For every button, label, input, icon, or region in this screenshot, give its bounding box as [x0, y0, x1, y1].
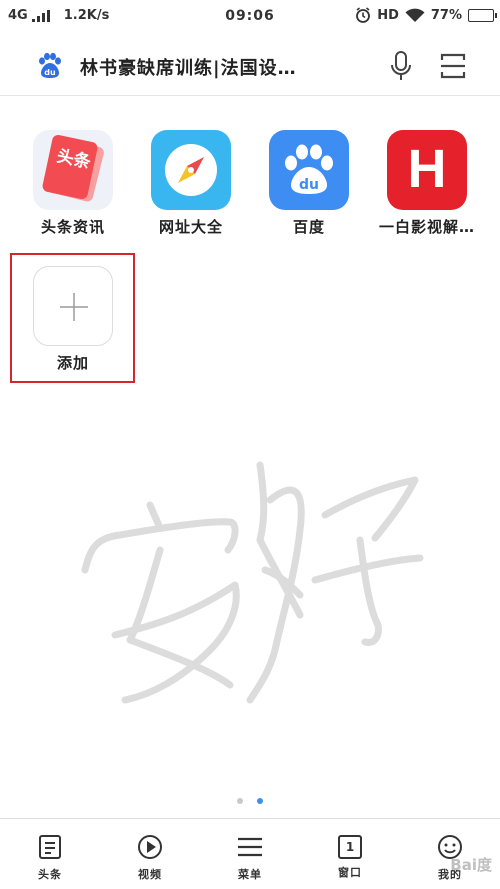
battery-icon — [468, 8, 497, 22]
handwriting-watermark — [81, 461, 424, 704]
baidu-paw-icon: du — [269, 130, 349, 210]
compass-graphic — [165, 144, 217, 196]
app-baidu[interactable]: du 百度 — [254, 130, 364, 237]
search-bar[interactable]: du 林书豪缺席训练|法国设… — [0, 34, 500, 96]
alarm-icon — [356, 7, 371, 23]
search-query[interactable]: 林书豪缺席训练|法国设… — [80, 54, 350, 80]
nav-label-menu: 菜单 — [238, 868, 262, 881]
app-wangzhi[interactable]: 网址大全 — [136, 130, 246, 237]
baidu-logo-icon: du — [39, 52, 61, 78]
baidu-paw-graphic — [285, 144, 333, 194]
battery-percent: 77% — [430, 7, 462, 23]
plus-icon — [33, 266, 113, 346]
nav-label-toutiao: 头条 — [38, 868, 62, 881]
play-icon — [138, 835, 162, 859]
page-dot-2[interactable] — [257, 798, 263, 804]
svg-text:du: du — [44, 68, 56, 77]
nav-video[interactable]: 视频 — [100, 819, 200, 889]
app-label-wangzhi: 网址大全 — [158, 218, 223, 236]
app-yibai[interactable]: H 一白影视解… — [372, 130, 482, 237]
menu-icon — [238, 837, 262, 857]
wifi-icon — [405, 8, 425, 22]
toutiao-icon: 头条 — [33, 130, 113, 210]
nav-window[interactable]: 1 窗口 — [300, 819, 400, 889]
microphone-icon[interactable] — [388, 50, 414, 82]
nav-menu[interactable]: 菜单 — [200, 819, 300, 889]
app-label-baidu: 百度 — [292, 218, 325, 236]
app-label-toutiao: 头条资讯 — [40, 218, 105, 236]
scan-icon[interactable] — [439, 52, 467, 80]
baidu-du-text: du — [299, 177, 319, 193]
page-indicator — [0, 798, 500, 804]
app-label-yibai: 一白影视解… — [378, 218, 475, 236]
news-icon — [39, 835, 61, 859]
letter-h-icon: H — [387, 130, 467, 210]
app-label-add: 添加 — [56, 354, 89, 372]
app-toutiao[interactable]: 头条 头条资讯 — [18, 130, 128, 237]
bottom-nav: 头条 视频 菜单 1 窗口 我的 Bai度 — [0, 818, 500, 889]
window-icon: 1 — [338, 835, 362, 859]
status-bar: 4G 1.2K/s 09:06 HD 77% — [0, 0, 500, 34]
compass-icon — [151, 130, 231, 210]
page-dot-1[interactable] — [237, 798, 243, 804]
app-add[interactable]: 添加 — [18, 266, 128, 373]
plus-graphic — [60, 293, 88, 321]
nav-toutiao[interactable]: 头条 — [0, 819, 100, 889]
nav-label-video: 视频 — [138, 868, 162, 881]
nav-label-window: 窗口 — [338, 866, 362, 879]
h-letter: H — [407, 139, 447, 199]
hd-indicator: HD — [377, 7, 399, 23]
corner-watermark: Bai度 — [450, 856, 492, 874]
window-count: 1 — [345, 840, 355, 854]
status-right: HD 77% — [355, 7, 497, 23]
